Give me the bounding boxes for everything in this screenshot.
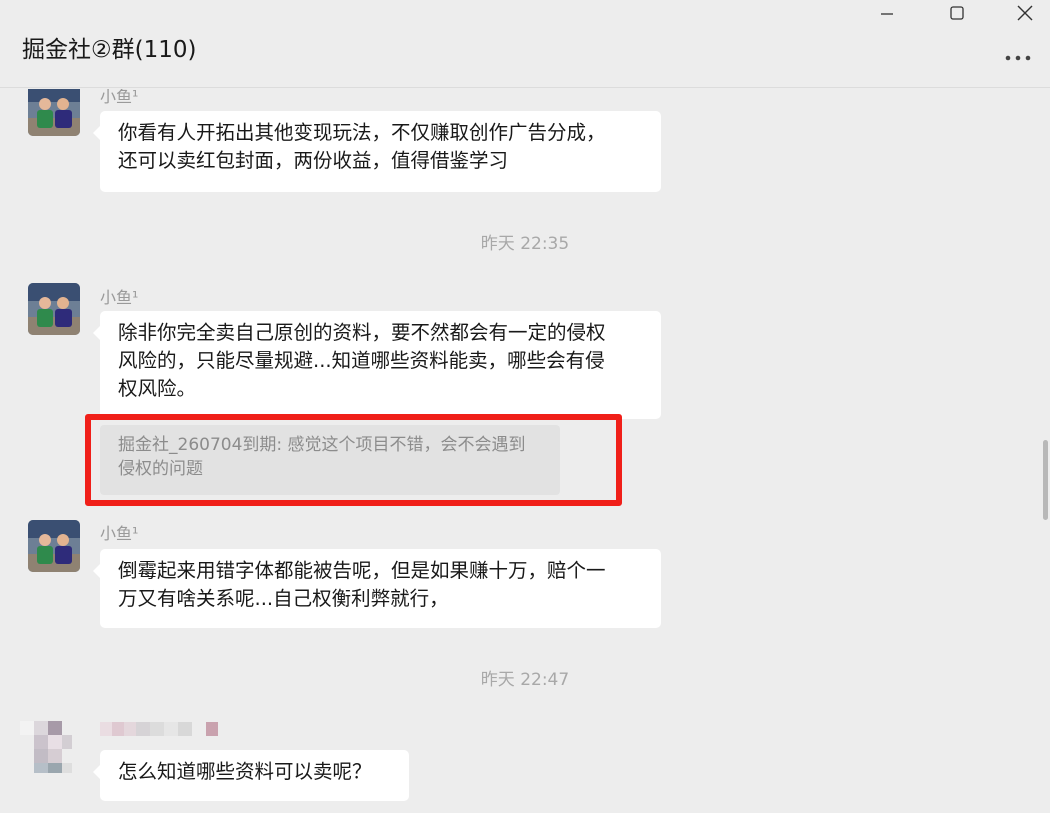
chat-header: 掘金社②群(110) xyxy=(0,0,1050,88)
avatar-image xyxy=(28,520,80,572)
message-bubble[interactable]: 除非你完全卖自己原创的资料，要不然都会有一定的侵权 风险的，只能尽量规避...知… xyxy=(93,311,661,419)
close-icon xyxy=(1017,5,1033,21)
close-button[interactable] xyxy=(1002,0,1048,26)
message-line: 倒霉起来用错字体都能被告呢，但是如果赚十万，赔个一 xyxy=(118,559,606,582)
maximize-icon xyxy=(950,6,964,20)
sender-name-pixelated xyxy=(100,722,218,736)
message-line: 还可以卖红包封面，两份收益，值得借鉴学习 xyxy=(118,149,509,172)
sender-name: 小鱼¹ xyxy=(100,288,139,307)
timestamp: 昨天 22:47 xyxy=(480,670,570,690)
more-options-button[interactable] xyxy=(1000,48,1036,68)
avatar[interactable] xyxy=(28,283,80,335)
message-line: 你看有人开拓出其他变现玩法，不仅赚取创作广告分成， xyxy=(118,121,606,144)
message-line: 除非你完全卖自己原创的资料，要不然都会有一定的侵权 xyxy=(118,321,606,344)
message-bubble[interactable]: 你看有人开拓出其他变现玩法，不仅赚取创作广告分成， 还可以卖红包封面，两份收益，… xyxy=(93,111,661,192)
avatar[interactable] xyxy=(28,89,80,136)
avatar-image xyxy=(20,721,72,773)
minimize-button[interactable] xyxy=(864,0,910,26)
timestamp: 昨天 22:35 xyxy=(480,234,570,254)
message-bubble[interactable]: 倒霉起来用错字体都能被告呢，但是如果赚十万，赔个一 万又有啥关系呢...自己权衡… xyxy=(93,549,661,628)
scrollbar-thumb[interactable] xyxy=(1043,440,1048,520)
maximize-button[interactable] xyxy=(934,0,980,26)
avatar[interactable] xyxy=(28,520,80,572)
avatar-image xyxy=(28,89,80,136)
sender-name: 小鱼¹ xyxy=(100,89,139,106)
sender-name: 小鱼¹ xyxy=(100,524,139,543)
minimize-icon xyxy=(881,13,893,15)
red-highlight-box xyxy=(85,414,622,506)
chat-window: 掘金社②群(110) 小鱼¹ 你看有人开拓出其他变现玩法，不仅赚取创作广告分成，… xyxy=(0,0,1050,813)
message-list[interactable]: 小鱼¹ 你看有人开拓出其他变现玩法，不仅赚取创作广告分成， 还可以卖红包封面，两… xyxy=(0,89,1050,813)
message-line: 怎么知道哪些资料可以卖呢？ xyxy=(118,760,372,783)
message-line: 权风险。 xyxy=(118,377,197,400)
avatar-pixelated[interactable] xyxy=(20,721,72,773)
group-chat-title[interactable]: 掘金社②群(110) xyxy=(22,30,196,64)
avatar-image xyxy=(28,283,80,335)
message-line: 万又有啥关系呢...自己权衡利弊就行， xyxy=(118,587,449,610)
message-line: 风险的，只能尽量规避...知道哪些资料能卖，哪些会有侵 xyxy=(118,349,605,372)
message-bubble[interactable]: 怎么知道哪些资料可以卖呢？ xyxy=(93,750,409,801)
more-icon xyxy=(1005,55,1031,61)
